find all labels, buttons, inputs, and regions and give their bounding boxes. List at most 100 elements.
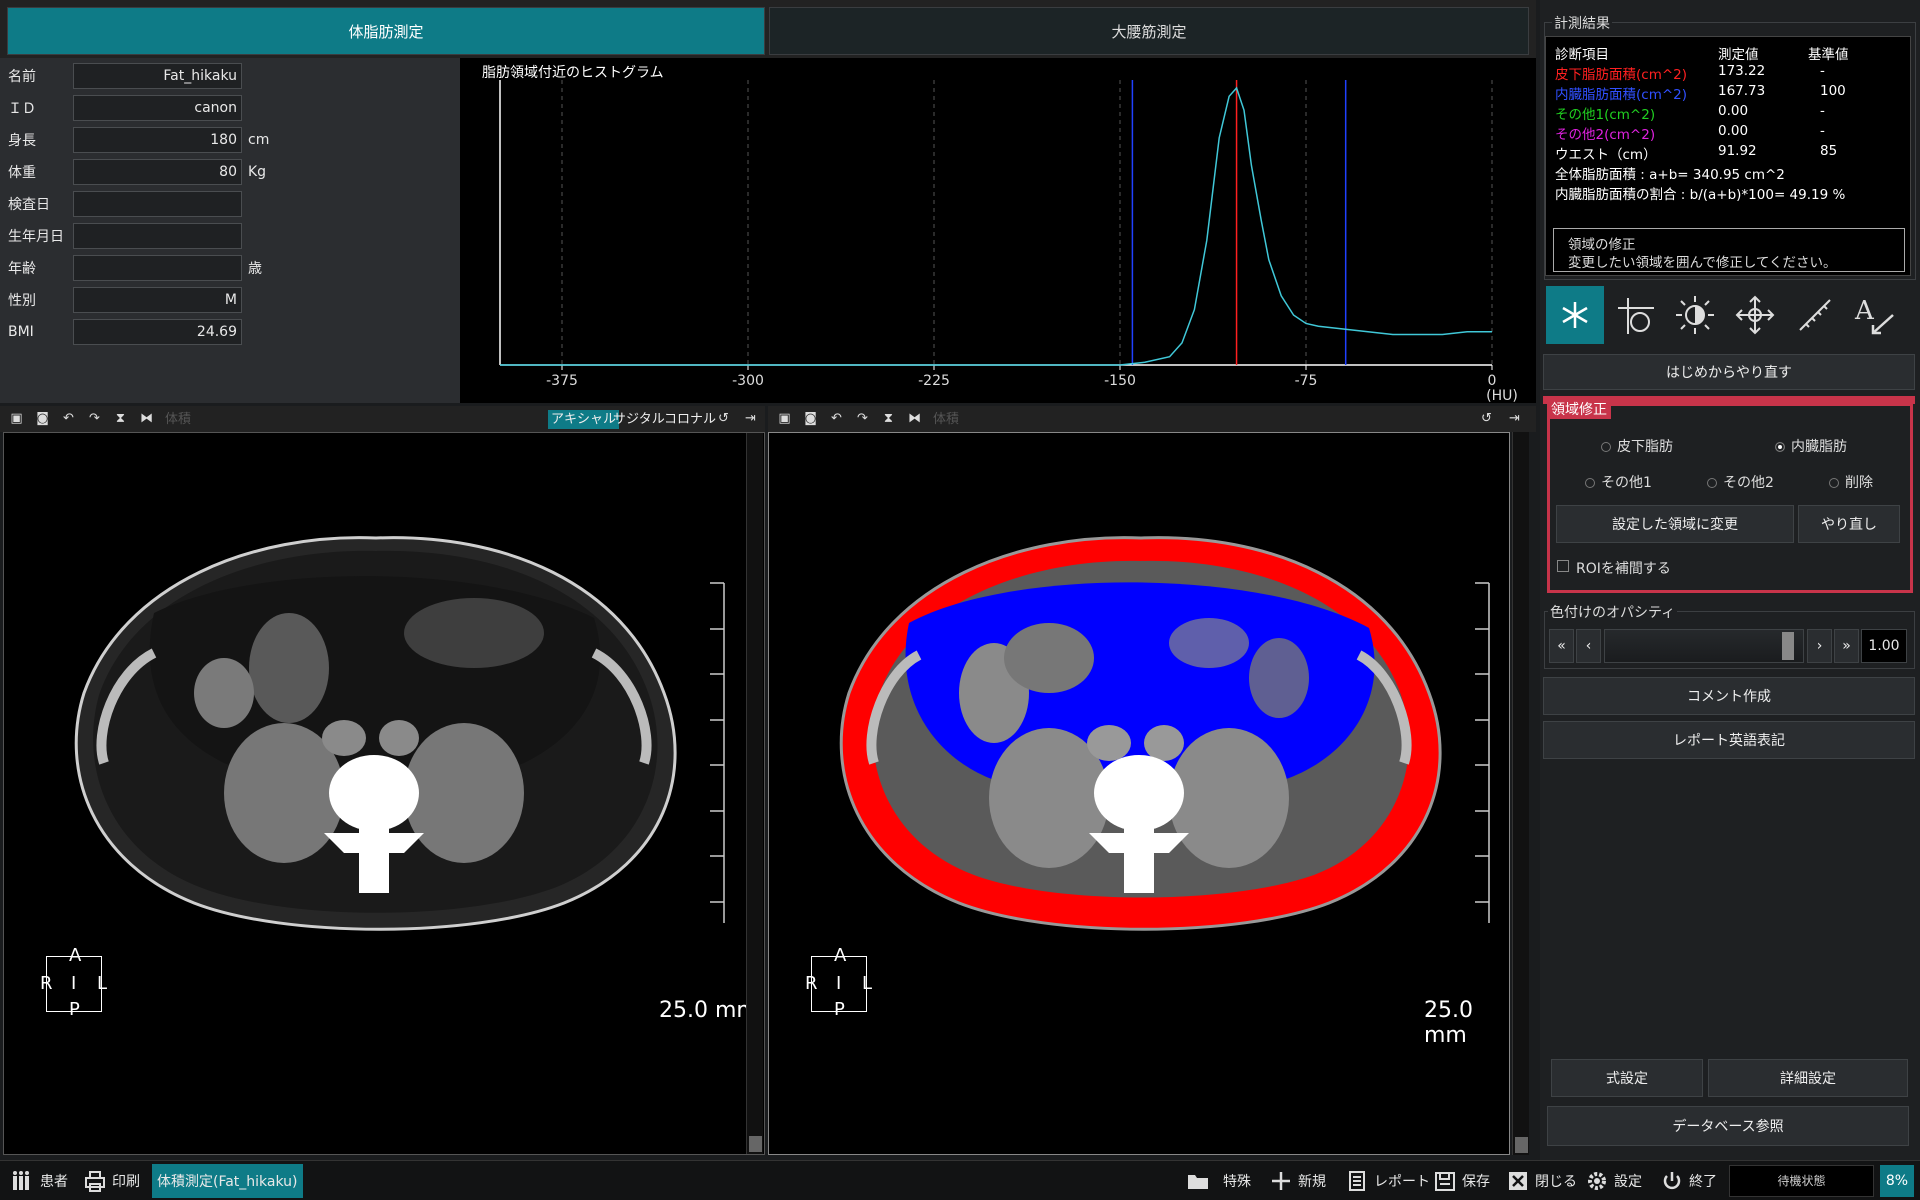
orient-left: L <box>97 973 108 994</box>
new-button[interactable]: 新規 <box>1270 1169 1326 1193</box>
original-ct-viewer[interactable]: 25.0 mm A R I L P <box>3 432 765 1155</box>
radio-label: 削除 <box>1845 475 1873 491</box>
special-label: 特殊 <box>1223 1174 1251 1190</box>
row-other2-name: その他2(cm^2) <box>1555 127 1656 143</box>
ruler-icon[interactable] <box>1786 286 1844 344</box>
scroll-thumb[interactable] <box>1515 1137 1528 1153</box>
opacity-min-button[interactable]: « <box>1549 629 1574 663</box>
region-edit-title: 領域修正 <box>1547 399 1611 419</box>
radio-subcutaneous[interactable]: 皮下脂肪 <box>1601 436 1673 456</box>
field-label: 年齢 <box>8 261 36 277</box>
brightness-icon[interactable] <box>1666 286 1724 344</box>
rotate-left-icon[interactable]: ↶ <box>60 411 77 427</box>
detail-settings-button[interactable]: 詳細設定 <box>1708 1059 1908 1097</box>
axial-button[interactable]: アキシャル <box>548 410 620 429</box>
opacity-increase-button[interactable]: › <box>1807 629 1832 663</box>
radio-visceral[interactable]: 内臓脂肪 <box>1775 436 1847 456</box>
settings-button[interactable]: 設定 <box>1586 1169 1642 1193</box>
snapshot-icon[interactable]: ◙ <box>34 411 51 427</box>
id-field[interactable]: canon <box>73 95 242 121</box>
flip-horizontal-icon[interactable]: ⧓ <box>906 411 923 427</box>
restart-button[interactable]: はじめからやり直す <box>1543 354 1915 390</box>
undo-icon[interactable]: ↺ <box>1478 411 1495 427</box>
thickness-button[interactable]: 体積 <box>930 410 962 429</box>
active-task-tab[interactable]: 体積測定(Fat_hikaku) <box>152 1164 303 1198</box>
patient-row-height: 身長 180 cm <box>0 126 460 154</box>
orient-left: L <box>862 973 873 994</box>
close-button[interactable]: 閉じる <box>1507 1169 1577 1193</box>
radio-other2[interactable]: その他2 <box>1707 472 1774 492</box>
camera-icon[interactable]: ▣ <box>776 411 793 427</box>
age-field[interactable] <box>73 255 242 281</box>
database-button[interactable]: データベース参照 <box>1547 1106 1909 1146</box>
report-button[interactable]: レポート <box>1346 1169 1430 1193</box>
field-label: 名前 <box>8 69 36 85</box>
snapshot-icon[interactable]: ◙ <box>802 411 819 427</box>
height-field[interactable]: 180 <box>73 127 242 153</box>
visceral-ratio: 内臓脂肪面積の割合 : b/(a+b)*100= 49.19 % <box>1555 187 1846 203</box>
annotate-icon[interactable]: A <box>1846 286 1904 344</box>
row-other1-value: 0.00 <box>1718 103 1749 119</box>
comment-button[interactable]: コメント作成 <box>1543 677 1915 715</box>
formula-settings-button[interactable]: 式設定 <box>1551 1059 1703 1097</box>
weight-field[interactable]: 80 <box>73 159 242 185</box>
opacity-slider-thumb[interactable] <box>1781 632 1794 660</box>
tab-body-fat[interactable]: 体脂肪測定 <box>7 7 765 55</box>
name-field[interactable]: Fat_hikaku <box>73 63 242 89</box>
radio-other1[interactable]: その他1 <box>1585 472 1652 492</box>
rotate-right-icon[interactable]: ↷ <box>86 411 103 427</box>
radio-label: その他2 <box>1723 475 1774 491</box>
undo-icon[interactable]: ↺ <box>715 411 732 427</box>
radio-delete[interactable]: 削除 <box>1829 472 1873 492</box>
expand-icon[interactable]: ⇥ <box>1506 411 1523 427</box>
patient-button[interactable]: 患者 <box>12 1169 68 1193</box>
opacity-decrease-button[interactable]: ‹ <box>1576 629 1601 663</box>
report-icon <box>1346 1170 1368 1192</box>
segmented-ct-viewer[interactable]: 25.0 mm A R I L P <box>768 432 1510 1155</box>
row-waist-name: ウエスト（cm） <box>1555 147 1657 163</box>
redo-button[interactable]: やり直し <box>1798 505 1900 543</box>
sagittal-button[interactable]: サジタル <box>610 410 668 429</box>
apply-region-button[interactable]: 設定した領域に変更 <box>1556 505 1794 543</box>
rotate-icon[interactable] <box>1606 286 1664 344</box>
left-viewer-scrollbar[interactable] <box>746 433 763 1154</box>
flip-horizontal-icon[interactable]: ⧓ <box>138 411 155 427</box>
total-fat-area: 全体脂肪面積 : a+b= 340.95 cm^2 <box>1555 167 1785 183</box>
opacity-max-button[interactable]: » <box>1834 629 1859 663</box>
x-axis-unit: (HU) <box>1486 388 1518 403</box>
birthdate-field[interactable] <box>73 223 242 249</box>
orientation-marker: A R I L P <box>40 945 107 1020</box>
right-viewer-scrollbar[interactable] <box>1512 432 1529 1155</box>
histogram-curve <box>500 86 1492 366</box>
close-label: 閉じる <box>1535 1174 1577 1190</box>
patient-info-panel: 名前 Fat_hikaku ＩＤ canon 身長 180 cm 体重 80 Kg 検査日 … <box>0 58 460 403</box>
flip-vertical-icon[interactable]: ⧗ <box>112 411 129 427</box>
report-english-button[interactable]: レポート英語表記 <box>1543 721 1915 759</box>
roi-tool-icon[interactable] <box>1546 286 1604 344</box>
row-other1-name: その他1(cm^2) <box>1555 107 1656 123</box>
coronal-button[interactable]: コロナル <box>661 410 719 429</box>
opacity-value-field[interactable]: 1.00 <box>1861 629 1907 663</box>
expand-icon[interactable]: ⇥ <box>742 411 759 427</box>
sex-field[interactable]: M <box>73 287 242 313</box>
rotate-left-icon[interactable]: ↶ <box>828 411 845 427</box>
rotate-right-icon[interactable]: ↷ <box>854 411 871 427</box>
opacity-slider[interactable] <box>1604 629 1804 663</box>
scroll-thumb[interactable] <box>749 1136 762 1152</box>
special-button[interactable]: 特殊 <box>1187 1169 1251 1193</box>
tab-psoas[interactable]: 大腰筋測定 <box>769 7 1529 55</box>
camera-icon[interactable]: ▣ <box>8 411 25 427</box>
exit-button[interactable]: 終了 <box>1661 1169 1717 1193</box>
row-subcutaneous-ref: - <box>1820 63 1825 79</box>
orient-inferior: I <box>836 973 842 994</box>
print-button[interactable]: 印刷 <box>84 1169 140 1193</box>
roi-interp-checkbox[interactable] <box>1557 560 1569 572</box>
move-icon[interactable] <box>1726 286 1784 344</box>
thickness-button[interactable]: 体積 <box>162 410 194 429</box>
bmi-field[interactable]: 24.69 <box>73 319 242 345</box>
save-button[interactable]: 保存 <box>1434 1169 1490 1193</box>
flip-vertical-icon[interactable]: ⧗ <box>880 411 897 427</box>
patient-row-birthdate: 生年月日 <box>0 222 460 250</box>
header-value: 測定値 <box>1718 47 1759 63</box>
exam-date-field[interactable] <box>73 191 242 217</box>
